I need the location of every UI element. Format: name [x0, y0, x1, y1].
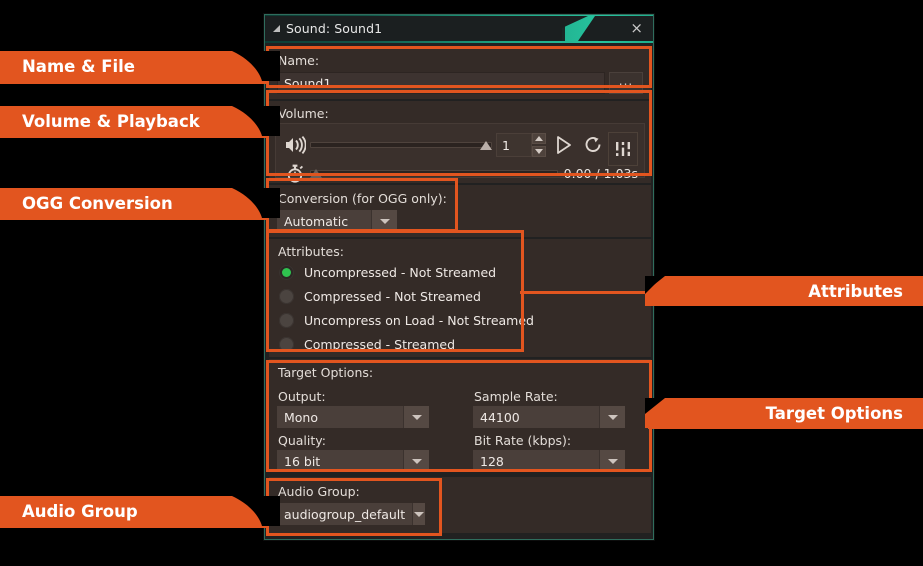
connector-name-file [0, 81, 268, 84]
screenshot-canvas: Sound: Sound1 × Name: Sound1 ... Volume:… [0, 0, 923, 566]
banner-wedge [218, 188, 280, 218]
banner-wedge [218, 106, 280, 136]
annotation-volume-playback: Volume & Playback [0, 106, 280, 136]
window-titlebar[interactable]: Sound: Sound1 × [265, 15, 653, 43]
titlebar-left: Sound: Sound1 [265, 16, 565, 41]
banner-wedge [645, 276, 685, 306]
banner-wedge [218, 51, 280, 81]
annotation-label: Audio Group [22, 501, 138, 521]
highlight-target-options [266, 360, 652, 472]
close-icon[interactable]: × [630, 16, 643, 41]
annotation-audio-group: Audio Group [0, 496, 280, 526]
highlight-attributes [266, 230, 524, 352]
annotation-label: OGG Conversion [22, 193, 173, 213]
annotation-target-options: Target Options [645, 398, 923, 428]
annotation-label: Volume & Playback [22, 111, 200, 131]
titlebar-right: × [578, 16, 653, 41]
highlight-ogg-conversion [266, 178, 458, 232]
annotation-attributes: Attributes [645, 276, 923, 306]
highlight-name-file [266, 46, 652, 88]
annotation-name-file: Name & File [0, 51, 280, 81]
banner-wedge [645, 398, 685, 428]
highlight-volume-playback [266, 90, 652, 176]
annotation-label: Attributes [808, 281, 903, 301]
annotation-label: Target Options [765, 403, 903, 423]
annotation-label: Name & File [22, 56, 135, 76]
highlight-audio-group [266, 478, 442, 536]
banner-wedge [218, 496, 280, 526]
window-title: Sound: Sound1 [286, 21, 383, 36]
annotation-ogg-conversion: OGG Conversion [0, 188, 280, 218]
triangle-icon[interactable] [273, 25, 280, 32]
